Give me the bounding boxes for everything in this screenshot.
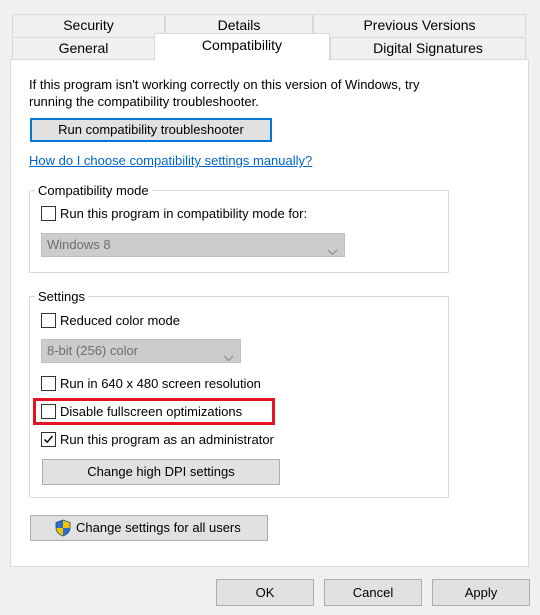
cancel-button[interactable]: Cancel [324, 579, 422, 606]
change-dpi-button[interactable]: Change high DPI settings [42, 459, 280, 485]
tab-label: Compatibility [201, 37, 283, 53]
color-depth-select[interactable]: 8-bit (256) color [41, 339, 241, 363]
tab-compatibility[interactable]: Compatibility [154, 33, 330, 61]
tab-security[interactable]: Security [12, 14, 165, 36]
tab-label: Details [217, 17, 261, 33]
reduced-color-label: Reduced color mode [60, 313, 180, 328]
compatibility-mode-checkbox[interactable] [41, 206, 56, 221]
apply-button[interactable]: Apply [432, 579, 530, 606]
compatibility-os-select[interactable]: Windows 8 [41, 233, 345, 257]
settings-legend: Settings [35, 289, 88, 304]
intro-text-line2: running the compatibility troubleshooter… [29, 94, 259, 109]
resolution-checkbox[interactable] [41, 376, 56, 391]
chevron-down-icon [327, 241, 338, 263]
tab-label: General [58, 40, 109, 56]
disable-fullscreen-checkbox[interactable] [41, 404, 56, 419]
compatibility-mode-label: Run this program in compatibility mode f… [60, 206, 308, 221]
change-all-users-label: Change settings for all users [76, 520, 241, 535]
compatibility-mode-group [29, 190, 449, 273]
change-all-users-button[interactable]: Change settings for all users [30, 515, 268, 541]
checkmark-icon [43, 435, 54, 444]
run-troubleshooter-button[interactable]: Run compatibility troubleshooter [30, 118, 272, 142]
resolution-label: Run in 640 x 480 screen resolution [60, 376, 261, 391]
tab-label: Previous Versions [363, 17, 476, 33]
tab-general[interactable]: General [12, 37, 155, 60]
disable-fullscreen-label: Disable fullscreen optimizations [60, 404, 243, 419]
intro-text-line1: If this program isn't working correctly … [29, 77, 420, 92]
shield-icon [54, 519, 72, 537]
run-as-admin-label: Run this program as an administrator [60, 432, 274, 447]
compatibility-os-value: Windows 8 [47, 237, 111, 252]
compatibility-mode-legend: Compatibility mode [35, 183, 152, 198]
tab-digital-signatures[interactable]: Digital Signatures [330, 37, 526, 60]
tab-label: Security [63, 17, 114, 33]
chevron-down-icon [223, 347, 234, 369]
color-depth-value: 8-bit (256) color [47, 343, 139, 358]
reduced-color-checkbox[interactable] [41, 313, 56, 328]
tab-previous-versions[interactable]: Previous Versions [313, 14, 526, 36]
manual-settings-link[interactable]: How do I choose compatibility settings m… [29, 153, 312, 168]
tab-label: Digital Signatures [373, 40, 483, 56]
ok-button[interactable]: OK [216, 579, 314, 606]
run-as-admin-checkbox[interactable] [41, 432, 56, 447]
